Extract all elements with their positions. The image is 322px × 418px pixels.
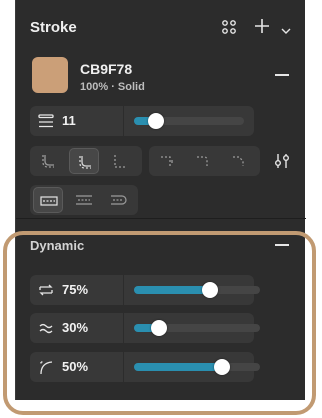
color-swatch[interactable] — [32, 57, 68, 93]
dash-square-icon — [76, 195, 92, 205]
join-miter-button[interactable] — [69, 148, 99, 174]
advanced-settings-icon[interactable] — [273, 152, 291, 175]
join-group — [30, 146, 142, 176]
wiggle-icon — [38, 320, 54, 341]
chevron-down-icon[interactable] — [281, 22, 291, 40]
cap-square-icon — [197, 156, 208, 166]
wiggle-slider-handle[interactable] — [151, 320, 168, 336]
wiggle-slider[interactable] — [134, 320, 260, 336]
stroke-weight-value[interactable]: 11 — [62, 113, 76, 128]
cap-round-button[interactable] — [152, 148, 182, 174]
stroke-weight-icon — [38, 113, 54, 134]
join-bevel-icon — [114, 155, 126, 168]
dash-group — [30, 185, 138, 215]
weight-row: 11 — [30, 106, 254, 136]
join-round-button[interactable] — [33, 148, 63, 174]
dash-round-icon — [111, 195, 127, 205]
weight-slider[interactable] — [134, 113, 244, 129]
dash-none-icon — [40, 196, 58, 206]
frequency-value[interactable]: 75% — [62, 282, 88, 297]
remove-dynamic-button[interactable] — [275, 244, 289, 246]
join-miter-icon — [79, 156, 91, 169]
cap-square-button[interactable] — [188, 148, 218, 174]
row-divider — [123, 352, 124, 382]
cap-group — [149, 146, 260, 176]
row-divider — [123, 275, 124, 305]
stroke-panel: Stroke CB9F78 100% · Solid 11 Dynamic 75… — [15, 0, 306, 400]
dynamic-row-frequency: 75% — [30, 275, 260, 305]
weight-slider-handle[interactable] — [148, 113, 164, 129]
join-bevel-button[interactable] — [105, 148, 135, 174]
grid-dots-icon[interactable] — [221, 19, 237, 40]
stroke-title: Stroke — [30, 19, 77, 36]
cap-butt-icon — [233, 156, 244, 166]
color-opacity-type: 100% · Solid — [80, 81, 145, 93]
dynamic-row-smoothing: 50% — [30, 352, 260, 382]
frequency-slider[interactable] — [134, 282, 260, 298]
row-divider — [123, 106, 124, 136]
cap-butt-button[interactable] — [224, 148, 254, 174]
dynamic-row-wiggle: 30% — [30, 313, 260, 343]
smoothing-icon — [38, 359, 54, 380]
frequency-icon — [38, 282, 54, 303]
dynamic-title: Dynamic — [30, 238, 85, 253]
row-divider — [123, 313, 124, 343]
plus-icon[interactable] — [254, 18, 270, 39]
cap-round-icon — [161, 156, 173, 166]
join-round-icon — [42, 155, 54, 168]
dash-none-button[interactable] — [33, 187, 63, 213]
smoothing-slider-fill — [134, 363, 223, 371]
dash-square-button[interactable] — [69, 187, 99, 213]
frequency-slider-handle[interactable] — [201, 282, 218, 298]
dash-round-button[interactable] — [104, 187, 134, 213]
smoothing-slider[interactable] — [134, 359, 260, 375]
color-hex[interactable]: CB9F78 — [80, 61, 132, 77]
frequency-slider-fill — [134, 286, 210, 294]
wiggle-value[interactable]: 30% — [62, 320, 88, 335]
remove-stroke-button[interactable] — [275, 74, 289, 76]
smoothing-slider-handle[interactable] — [214, 359, 231, 375]
section-divider — [16, 218, 306, 219]
smoothing-value[interactable]: 50% — [62, 359, 88, 374]
